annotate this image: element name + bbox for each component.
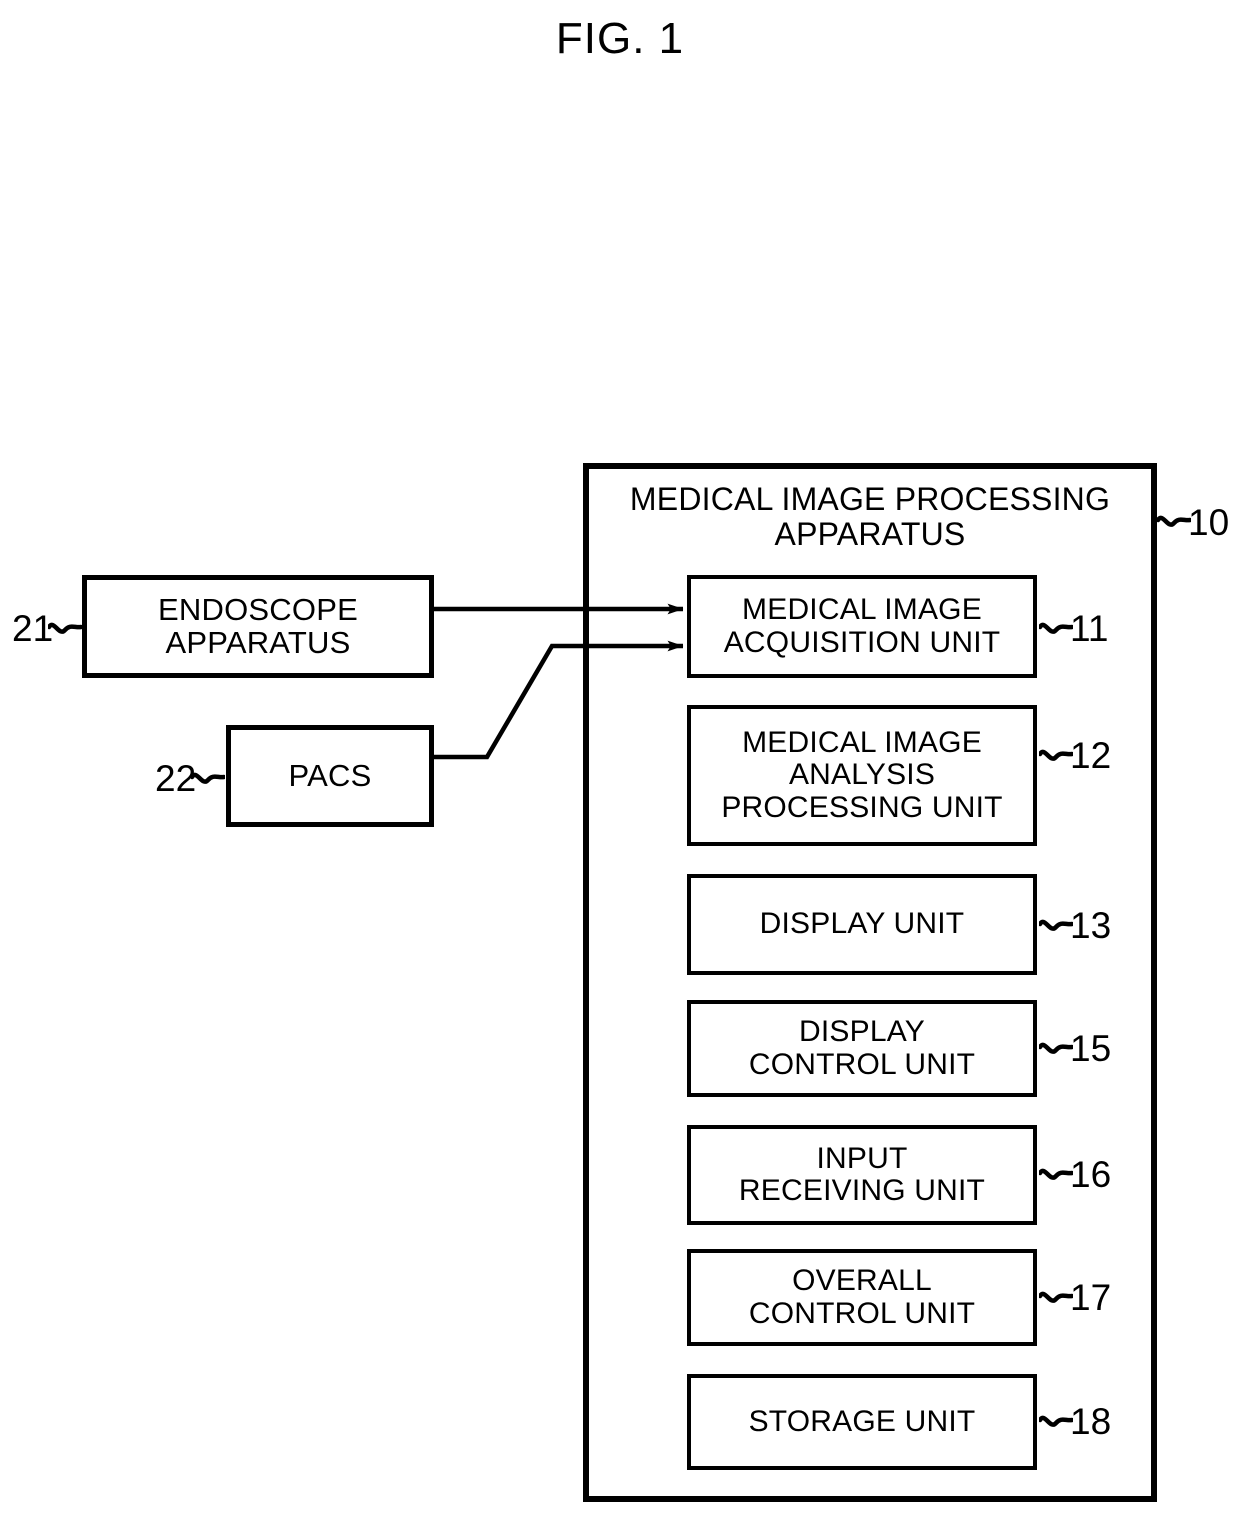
ref-number-17: 17 <box>1070 1277 1112 1318</box>
leader-line-15 <box>1039 1038 1073 1060</box>
ref-number-22: 22 <box>155 758 197 799</box>
unit-box-overall-control: OVERALL CONTROL UNIT <box>687 1249 1037 1346</box>
leader-line-13 <box>1039 915 1073 937</box>
unit-label: DISPLAY UNIT <box>759 907 965 941</box>
ref-number-13: 13 <box>1070 905 1112 946</box>
unit-label: DISPLAY CONTROL UNIT <box>748 1015 976 1081</box>
unit-label: INPUT RECEIVING UNIT <box>738 1141 986 1207</box>
ref-number-12: 12 <box>1070 735 1112 776</box>
leader-line-16 <box>1039 1164 1073 1186</box>
unit-label: MEDICAL IMAGE ANALYSIS PROCESSING UNIT <box>721 726 1003 824</box>
unit-label: MEDICAL IMAGE ACQUISITION UNIT <box>723 593 1001 659</box>
leader-line-22 <box>191 768 225 790</box>
ref-number-11: 11 <box>1070 608 1109 649</box>
leader-line-18 <box>1039 1411 1073 1433</box>
apparatus-title: MEDICAL IMAGE PROCESSING APPARATUS <box>629 481 1111 553</box>
leader-line-21 <box>48 618 82 640</box>
leader-line-11 <box>1039 618 1073 640</box>
unit-box-display-control: DISPLAY CONTROL UNIT <box>687 1000 1037 1097</box>
ref-number-10: 10 <box>1188 502 1230 543</box>
unit-box-storage: STORAGE UNIT <box>687 1374 1037 1470</box>
patent-figure: FIG. 1 MEDICAL IMAGE PROCESSING APPARATU… <box>0 0 1240 1519</box>
ref-number-18: 18 <box>1070 1401 1112 1442</box>
unit-box-medical-image-analysis-processing: MEDICAL IMAGE ANALYSIS PROCESSING UNIT <box>687 705 1037 846</box>
ref-number-21: 21 <box>12 608 54 649</box>
unit-box-input-receiving: INPUT RECEIVING UNIT <box>687 1125 1037 1225</box>
unit-label: STORAGE UNIT <box>748 1404 976 1438</box>
ref-number-15: 15 <box>1070 1028 1112 1069</box>
ref-number-16: 16 <box>1070 1154 1112 1195</box>
external-box-pacs: PACS <box>226 725 434 827</box>
unit-box-medical-image-acquisition: MEDICAL IMAGE ACQUISITION UNIT <box>687 575 1037 678</box>
leader-line-12 <box>1039 745 1073 767</box>
external-label: ENDOSCOPE APPARATUS <box>158 591 358 660</box>
figure-title: FIG. 1 <box>555 14 685 63</box>
leader-line-10 <box>1157 511 1191 533</box>
external-label: PACS <box>288 757 372 793</box>
external-box-endoscope-apparatus: ENDOSCOPE APPARATUS <box>82 575 434 678</box>
unit-box-display: DISPLAY UNIT <box>687 874 1037 975</box>
leader-line-17 <box>1039 1287 1073 1309</box>
unit-label: OVERALL CONTROL UNIT <box>748 1264 976 1330</box>
